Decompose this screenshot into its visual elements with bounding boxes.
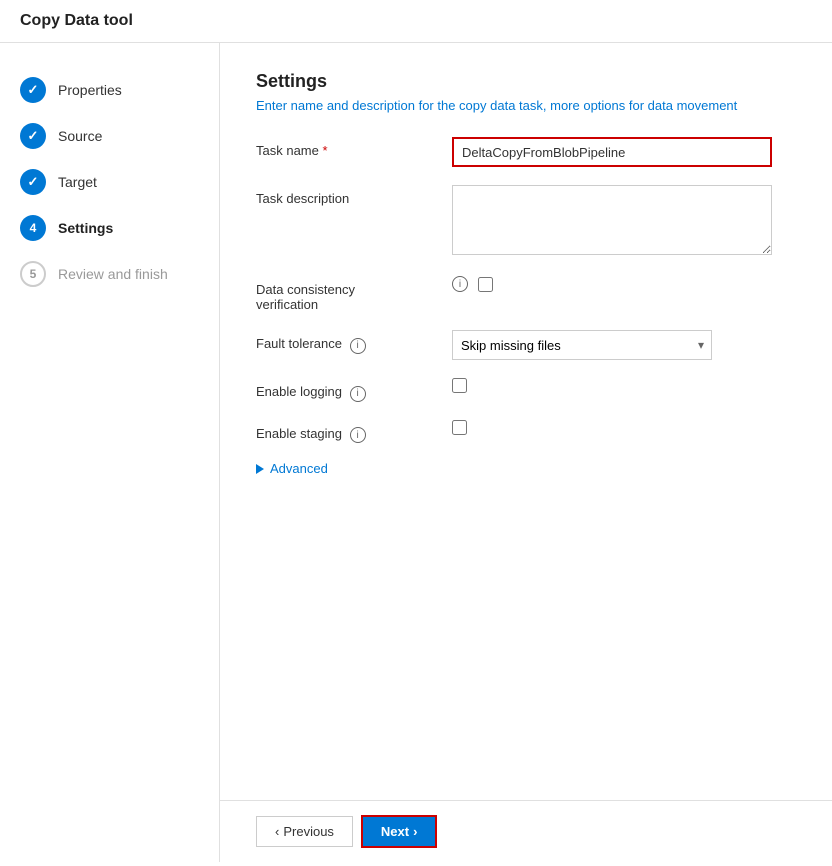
enable-logging-label: Enable logging i bbox=[256, 378, 436, 402]
next-button[interactable]: Next › bbox=[361, 815, 438, 848]
enable-staging-info-icon: i bbox=[350, 427, 366, 443]
sidebar-item-properties[interactable]: ✓ Properties bbox=[0, 67, 219, 113]
data-consistency-row: Data consistencyverification i bbox=[256, 276, 796, 312]
task-description-row: Task description bbox=[256, 185, 796, 258]
advanced-row[interactable]: Advanced bbox=[256, 461, 796, 476]
next-icon: › bbox=[413, 824, 417, 839]
data-consistency-control: i bbox=[452, 276, 796, 292]
step-label-source: Source bbox=[58, 128, 102, 144]
enable-staging-label: Enable staging i bbox=[256, 420, 436, 444]
data-consistency-info-icon: i bbox=[452, 276, 468, 292]
footer: ‹ Previous Next › bbox=[220, 800, 832, 862]
next-label: Next bbox=[381, 824, 409, 839]
step-label-target: Target bbox=[58, 174, 97, 190]
enable-staging-control bbox=[452, 420, 796, 438]
step-circle-review: 5 bbox=[20, 261, 46, 287]
content-scroll: Settings Enter name and description for … bbox=[220, 43, 832, 800]
app-title: Copy Data tool bbox=[20, 12, 133, 29]
content-area: Settings Enter name and description for … bbox=[220, 43, 832, 862]
fault-tolerance-label: Fault tolerance i bbox=[256, 330, 436, 354]
app-header: Copy Data tool bbox=[0, 0, 832, 43]
fault-tolerance-control: Skip missing files No fault tolerance Sk… bbox=[452, 330, 796, 360]
data-consistency-label: Data consistencyverification bbox=[256, 276, 436, 312]
fault-tolerance-row: Fault tolerance i Skip missing files No … bbox=[256, 330, 796, 360]
enable-logging-row: Enable logging i bbox=[256, 378, 796, 402]
main-layout: ✓ Properties ✓ Source ✓ Target 4 Setting… bbox=[0, 43, 832, 862]
task-description-textarea[interactable] bbox=[452, 185, 772, 255]
previous-icon: ‹ bbox=[275, 824, 279, 839]
enable-staging-row: Enable staging i bbox=[256, 420, 796, 444]
step-label-properties: Properties bbox=[58, 82, 122, 98]
fault-tolerance-select-wrapper: Skip missing files No fault tolerance Sk… bbox=[452, 330, 712, 360]
task-name-control bbox=[452, 137, 796, 167]
enable-staging-checkbox[interactable] bbox=[452, 420, 467, 435]
step-circle-source: ✓ bbox=[20, 123, 46, 149]
advanced-label: Advanced bbox=[270, 461, 328, 476]
task-name-label: Task name * bbox=[256, 137, 436, 158]
sidebar-item-settings[interactable]: 4 Settings bbox=[0, 205, 219, 251]
section-title: Settings bbox=[256, 71, 796, 92]
sidebar-item-target[interactable]: ✓ Target bbox=[0, 159, 219, 205]
step-circle-properties: ✓ bbox=[20, 77, 46, 103]
sidebar: ✓ Properties ✓ Source ✓ Target 4 Setting… bbox=[0, 43, 220, 862]
step-label-review: Review and finish bbox=[58, 266, 168, 282]
step-label-settings: Settings bbox=[58, 220, 113, 236]
enable-logging-checkbox[interactable] bbox=[452, 378, 467, 393]
sidebar-item-review[interactable]: 5 Review and finish bbox=[0, 251, 219, 297]
task-description-label: Task description bbox=[256, 185, 436, 206]
fault-tolerance-info-icon: i bbox=[350, 338, 366, 354]
enable-logging-control bbox=[452, 378, 796, 396]
fault-tolerance-select[interactable]: Skip missing files No fault tolerance Sk… bbox=[452, 330, 712, 360]
data-consistency-checkbox[interactable] bbox=[478, 277, 493, 292]
section-subtitle: Enter name and description for the copy … bbox=[256, 98, 796, 113]
task-name-input[interactable] bbox=[452, 137, 772, 167]
sidebar-item-source[interactable]: ✓ Source bbox=[0, 113, 219, 159]
step-circle-settings: 4 bbox=[20, 215, 46, 241]
previous-label: Previous bbox=[283, 824, 334, 839]
task-name-row: Task name * bbox=[256, 137, 796, 167]
enable-logging-info-icon: i bbox=[350, 386, 366, 402]
previous-button[interactable]: ‹ Previous bbox=[256, 816, 353, 847]
task-description-control bbox=[452, 185, 796, 258]
step-circle-target: ✓ bbox=[20, 169, 46, 195]
advanced-triangle-icon bbox=[256, 464, 264, 474]
